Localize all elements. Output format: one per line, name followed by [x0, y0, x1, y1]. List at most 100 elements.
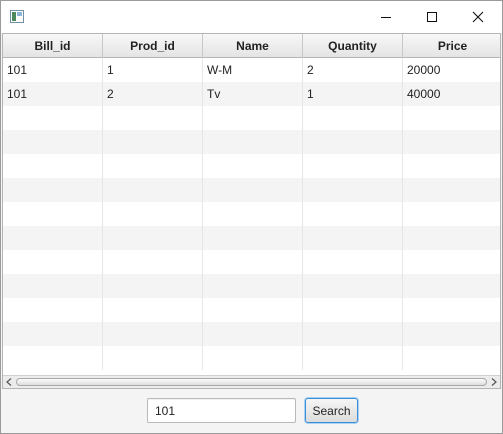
- table-cell: [303, 202, 403, 226]
- table-cell: [3, 274, 103, 298]
- chevron-right-icon: [491, 378, 497, 386]
- table-cell: [403, 346, 500, 370]
- table-cell: W-M: [203, 58, 303, 82]
- table-cell: [103, 322, 203, 346]
- table-cell: [203, 346, 303, 370]
- table-row[interactable]: [3, 226, 500, 250]
- table-row[interactable]: [3, 178, 500, 202]
- table-cell: [403, 202, 500, 226]
- table-cell: [303, 154, 403, 178]
- table-cell: 101: [3, 58, 103, 82]
- table-cell: [203, 226, 303, 250]
- table-cell: [303, 274, 403, 298]
- column-header-bill-id[interactable]: Bill_id: [3, 34, 103, 58]
- table-cell: [103, 106, 203, 130]
- app-icon: [10, 10, 24, 23]
- table-cell: [203, 154, 303, 178]
- table-cell: [3, 130, 103, 154]
- table-cell: [403, 130, 500, 154]
- table-cell: 2: [303, 58, 403, 82]
- table-cell: [403, 226, 500, 250]
- close-icon: [472, 11, 484, 23]
- table-cell: [103, 298, 203, 322]
- table-row[interactable]: 101 2 Tv 1 40000: [3, 82, 500, 106]
- table-header: Bill_id Prod_id Name Quantity Price: [3, 34, 500, 58]
- table-cell: [103, 202, 203, 226]
- chevron-left-icon: [6, 378, 12, 386]
- maximize-button[interactable]: [409, 1, 455, 33]
- table-cell: [3, 202, 103, 226]
- table-cell: [303, 106, 403, 130]
- scroll-left-button[interactable]: [3, 376, 15, 388]
- table-cell: [3, 178, 103, 202]
- table-cell: [103, 226, 203, 250]
- table-cell: [403, 106, 500, 130]
- table-cell: [3, 226, 103, 250]
- title-bar[interactable]: [1, 1, 502, 33]
- bill-table[interactable]: Bill_id Prod_id Name Quantity Price 101 1…: [2, 33, 501, 389]
- column-header-price[interactable]: Price: [403, 34, 500, 58]
- scroll-right-button[interactable]: [488, 376, 500, 388]
- table-cell: [103, 178, 203, 202]
- table-row[interactable]: 101 1 W-M 2 20000: [3, 58, 500, 82]
- table-cell: [203, 250, 303, 274]
- table-row[interactable]: [3, 346, 500, 370]
- table-row[interactable]: [3, 274, 500, 298]
- table-row[interactable]: [3, 106, 500, 130]
- search-button[interactable]: Search: [305, 398, 358, 423]
- table-cell: [203, 130, 303, 154]
- table-cell: [403, 178, 500, 202]
- table-cell: [103, 130, 203, 154]
- table-row[interactable]: [3, 250, 500, 274]
- search-input[interactable]: [147, 398, 296, 423]
- table-cell: 101: [3, 82, 103, 106]
- table-cell: [303, 298, 403, 322]
- table-cell: Tv: [203, 82, 303, 106]
- table-cell: [203, 202, 303, 226]
- column-header-name[interactable]: Name: [203, 34, 303, 58]
- table-cell: [203, 178, 303, 202]
- horizontal-scrollbar[interactable]: [3, 375, 500, 388]
- column-header-prod-id[interactable]: Prod_id: [103, 34, 203, 58]
- table-cell: [3, 298, 103, 322]
- minimize-button[interactable]: [363, 1, 409, 33]
- table-cell: [203, 298, 303, 322]
- table-cell: [103, 154, 203, 178]
- minimize-icon: [381, 17, 391, 18]
- table-cell: [103, 274, 203, 298]
- table-cell: 1: [303, 82, 403, 106]
- table-row[interactable]: [3, 298, 500, 322]
- table-cell: [303, 130, 403, 154]
- table-cell: [3, 322, 103, 346]
- table-row[interactable]: [3, 322, 500, 346]
- table-cell: [303, 226, 403, 250]
- table-cell: [3, 154, 103, 178]
- table-row[interactable]: [3, 154, 500, 178]
- table-cell: [3, 346, 103, 370]
- column-header-quantity[interactable]: Quantity: [303, 34, 403, 58]
- table-cell: 20000: [407, 63, 441, 77]
- table-cell: [403, 154, 500, 178]
- table-cell: [303, 178, 403, 202]
- table-cell: [403, 298, 500, 322]
- table-cell: [403, 250, 500, 274]
- table-cell: [203, 106, 303, 130]
- table-row[interactable]: [3, 130, 500, 154]
- scrollbar-thumb[interactable]: [16, 378, 487, 386]
- table-cell: [103, 346, 203, 370]
- table-cell: [403, 322, 500, 346]
- close-button[interactable]: [455, 1, 501, 33]
- app-window: Bill_id Prod_id Name Quantity Price 101 1…: [0, 0, 503, 434]
- table-cell: 40000: [407, 87, 441, 101]
- table-body: 101 1 W-M 2 20000 101 2 Tv 1 40000: [3, 58, 500, 375]
- table-cell: [303, 250, 403, 274]
- table-cell: 2: [103, 82, 203, 106]
- table-cell: [203, 322, 303, 346]
- table-cell: 1: [103, 58, 203, 82]
- table-cell: [3, 106, 103, 130]
- table-cell: [103, 250, 203, 274]
- table-cell: [303, 346, 403, 370]
- table-cell: [3, 250, 103, 274]
- maximize-icon: [427, 12, 437, 22]
- table-row[interactable]: [3, 202, 500, 226]
